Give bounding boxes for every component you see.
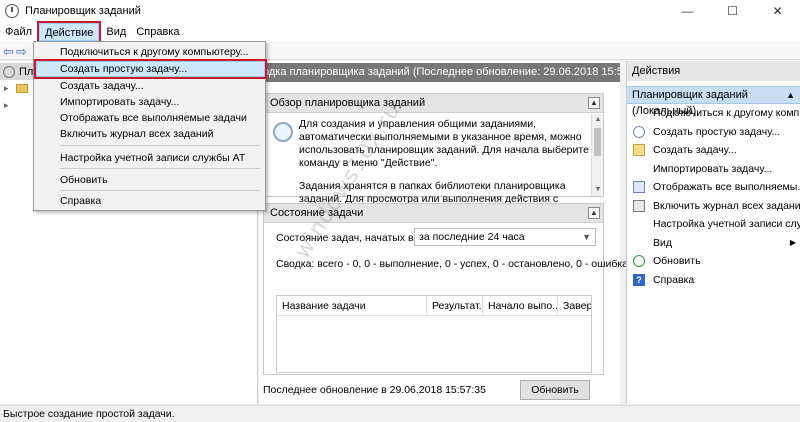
menu-item-connect[interactable]: Подключиться к другому компьютеру...: [34, 44, 265, 60]
action-at-account[interactable]: Настройка учетной записи слу...: [627, 215, 800, 234]
clock-icon: [5, 4, 19, 18]
status-bar: Быстрое создание простой задачи.: [0, 405, 800, 422]
action-display-running[interactable]: Отображать все выполняемы...: [627, 178, 800, 197]
last-update-label: Последнее обновление в 29.06.2018 15:57:…: [263, 384, 486, 396]
action-label: Включить журнал всех заданий: [653, 199, 800, 212]
action-create-basic-task[interactable]: Создать простую задачу...: [627, 123, 800, 142]
chevron-right-icon[interactable]: ▸: [4, 83, 14, 94]
actions-title: Действия: [627, 61, 800, 81]
blank-icon: [633, 218, 645, 230]
task-status-title: Состояние задачи ▲: [264, 204, 603, 223]
blank-icon: [633, 163, 645, 175]
forward-arrow-icon[interactable]: ⇨: [16, 44, 27, 60]
action-label: Импортировать задачу...: [653, 162, 773, 175]
chevron-right-icon: ▶: [789, 238, 796, 248]
action-label: Обновить: [653, 255, 701, 268]
summary-pane: одка планировщика заданий (Последнее обн…: [259, 61, 628, 404]
column-header[interactable]: Название задачи: [277, 296, 427, 315]
action-label: Справка: [653, 273, 695, 286]
menu-item-refresh[interactable]: Обновить: [34, 172, 265, 188]
status-summary: Сводка: всего - 0, 0 - выполнение, 0 - у…: [276, 258, 629, 270]
menu-item-enable-history[interactable]: Включить журнал всех заданий: [34, 126, 265, 142]
menu-separator: [60, 145, 260, 146]
action-label: Создать простую задачу...: [653, 125, 781, 138]
title-bar: Планировщик заданий — ☐ ✕: [0, 0, 800, 22]
summary-header: одка планировщика заданий (Последнее обн…: [259, 63, 620, 82]
menu-help[interactable]: Справка: [131, 23, 184, 41]
menu-action[interactable]: Действие: [37, 21, 102, 43]
column-header[interactable]: Результат...: [427, 296, 483, 315]
column-header[interactable]: Заверше: [558, 296, 591, 315]
column-header[interactable]: Начало выпо...: [483, 296, 558, 315]
action-import-task[interactable]: Импортировать задачу...: [627, 160, 800, 179]
action-help[interactable]: ? Справка: [627, 271, 800, 290]
window-title: Планировщик заданий: [25, 5, 141, 17]
menu-item-create-task[interactable]: Создать задачу...: [34, 78, 265, 94]
menu-separator: [60, 168, 260, 169]
collapse-icon[interactable]: ▲: [786, 87, 795, 103]
scroll-thumb[interactable]: [594, 128, 601, 156]
clock-icon: [3, 65, 15, 78]
task-icon: [633, 144, 645, 157]
status-filter-select[interactable]: за последние 24 часа ▼: [414, 228, 596, 246]
action-label: Вид: [653, 236, 672, 249]
minimize-button[interactable]: —: [665, 0, 710, 22]
refresh-icon: [633, 255, 645, 268]
action-label: Создать задачу...: [653, 144, 737, 157]
task-status-section: Состояние задачи ▲ Состояние задач, нача…: [263, 203, 628, 375]
action-label: Подключиться к другому комп...: [653, 107, 800, 120]
menu-bar: Файл Действие Вид Справка: [0, 21, 800, 43]
menu-item-display-running[interactable]: Отображать все выполняемые задачи: [34, 110, 265, 126]
overview-section: Обзор планировщика заданий ▲ Для создани…: [263, 93, 604, 218]
menu-file[interactable]: Файл: [0, 23, 37, 41]
grid-header: Название задачи Результат... Начало выпо…: [277, 296, 591, 316]
refresh-button[interactable]: Обновить: [520, 380, 590, 400]
help-icon: ?: [633, 273, 645, 286]
actions-pane: Действия Планировщик заданий (Локальный)…: [626, 61, 800, 404]
select-value: за последние 24 часа: [419, 231, 525, 243]
action-label: Отображать все выполняемы...: [653, 181, 800, 194]
blank-icon: [633, 237, 645, 249]
summary-footer: Последнее обновление в 29.06.2018 15:57:…: [263, 379, 604, 401]
menu-view[interactable]: Вид: [101, 23, 131, 41]
menu-separator: [60, 190, 260, 191]
maximize-button[interactable]: ☐: [710, 0, 755, 22]
action-label: Настройка учетной записи слу...: [653, 218, 800, 231]
section-title: Обзор планировщика заданий: [270, 97, 426, 109]
menu-item-import-task[interactable]: Импортировать задачу...: [34, 94, 265, 110]
scheduler-icon: [273, 122, 293, 142]
blank-icon: [633, 107, 645, 119]
task-grid[interactable]: Название задачи Результат... Начало выпо…: [276, 295, 592, 373]
overview-scrollbar[interactable]: ▲ ▼: [591, 114, 603, 196]
close-button[interactable]: ✕: [755, 0, 800, 22]
action-view[interactable]: Вид ▶: [627, 234, 800, 253]
overview-title: Обзор планировщика заданий ▲: [264, 94, 603, 113]
collapse-icon[interactable]: ▲: [588, 207, 600, 219]
actions-group-header[interactable]: Планировщик заданий (Локальный) ▲: [627, 86, 800, 117]
action-menu: Подключиться к другому компьютеру... Соз…: [33, 41, 267, 211]
back-arrow-icon[interactable]: ⇦: [3, 44, 14, 60]
log-icon: [633, 199, 645, 212]
overview-paragraph-1: Для создания и управления общими задания…: [299, 118, 589, 169]
clock-icon: [633, 125, 645, 138]
scroll-up-icon[interactable]: ▲: [592, 114, 604, 126]
scroll-down-icon[interactable]: ▼: [592, 184, 604, 196]
chevron-right-icon[interactable]: ▸: [4, 100, 14, 111]
section-title: Состояние задачи: [270, 207, 364, 219]
status-filter-label: Состояние задач, начатых в ...: [276, 232, 426, 244]
chevron-down-icon: ▼: [582, 232, 591, 242]
action-connect[interactable]: Подключиться к другому комп...: [627, 104, 800, 123]
menu-item-help[interactable]: Справка: [34, 193, 265, 209]
collapse-icon[interactable]: ▲: [588, 97, 600, 109]
action-refresh[interactable]: Обновить: [627, 252, 800, 271]
action-enable-history[interactable]: Включить журнал всех заданий: [627, 197, 800, 216]
menu-item-create-basic-task[interactable]: Создать простую задачу...: [34, 59, 267, 79]
list-icon: [633, 181, 645, 194]
folder-icon: [16, 84, 28, 93]
menu-item-at-account[interactable]: Настройка учетной записи службы AT: [34, 150, 265, 166]
action-create-task[interactable]: Создать задачу...: [627, 141, 800, 160]
window-controls: — ☐ ✕: [665, 0, 800, 22]
